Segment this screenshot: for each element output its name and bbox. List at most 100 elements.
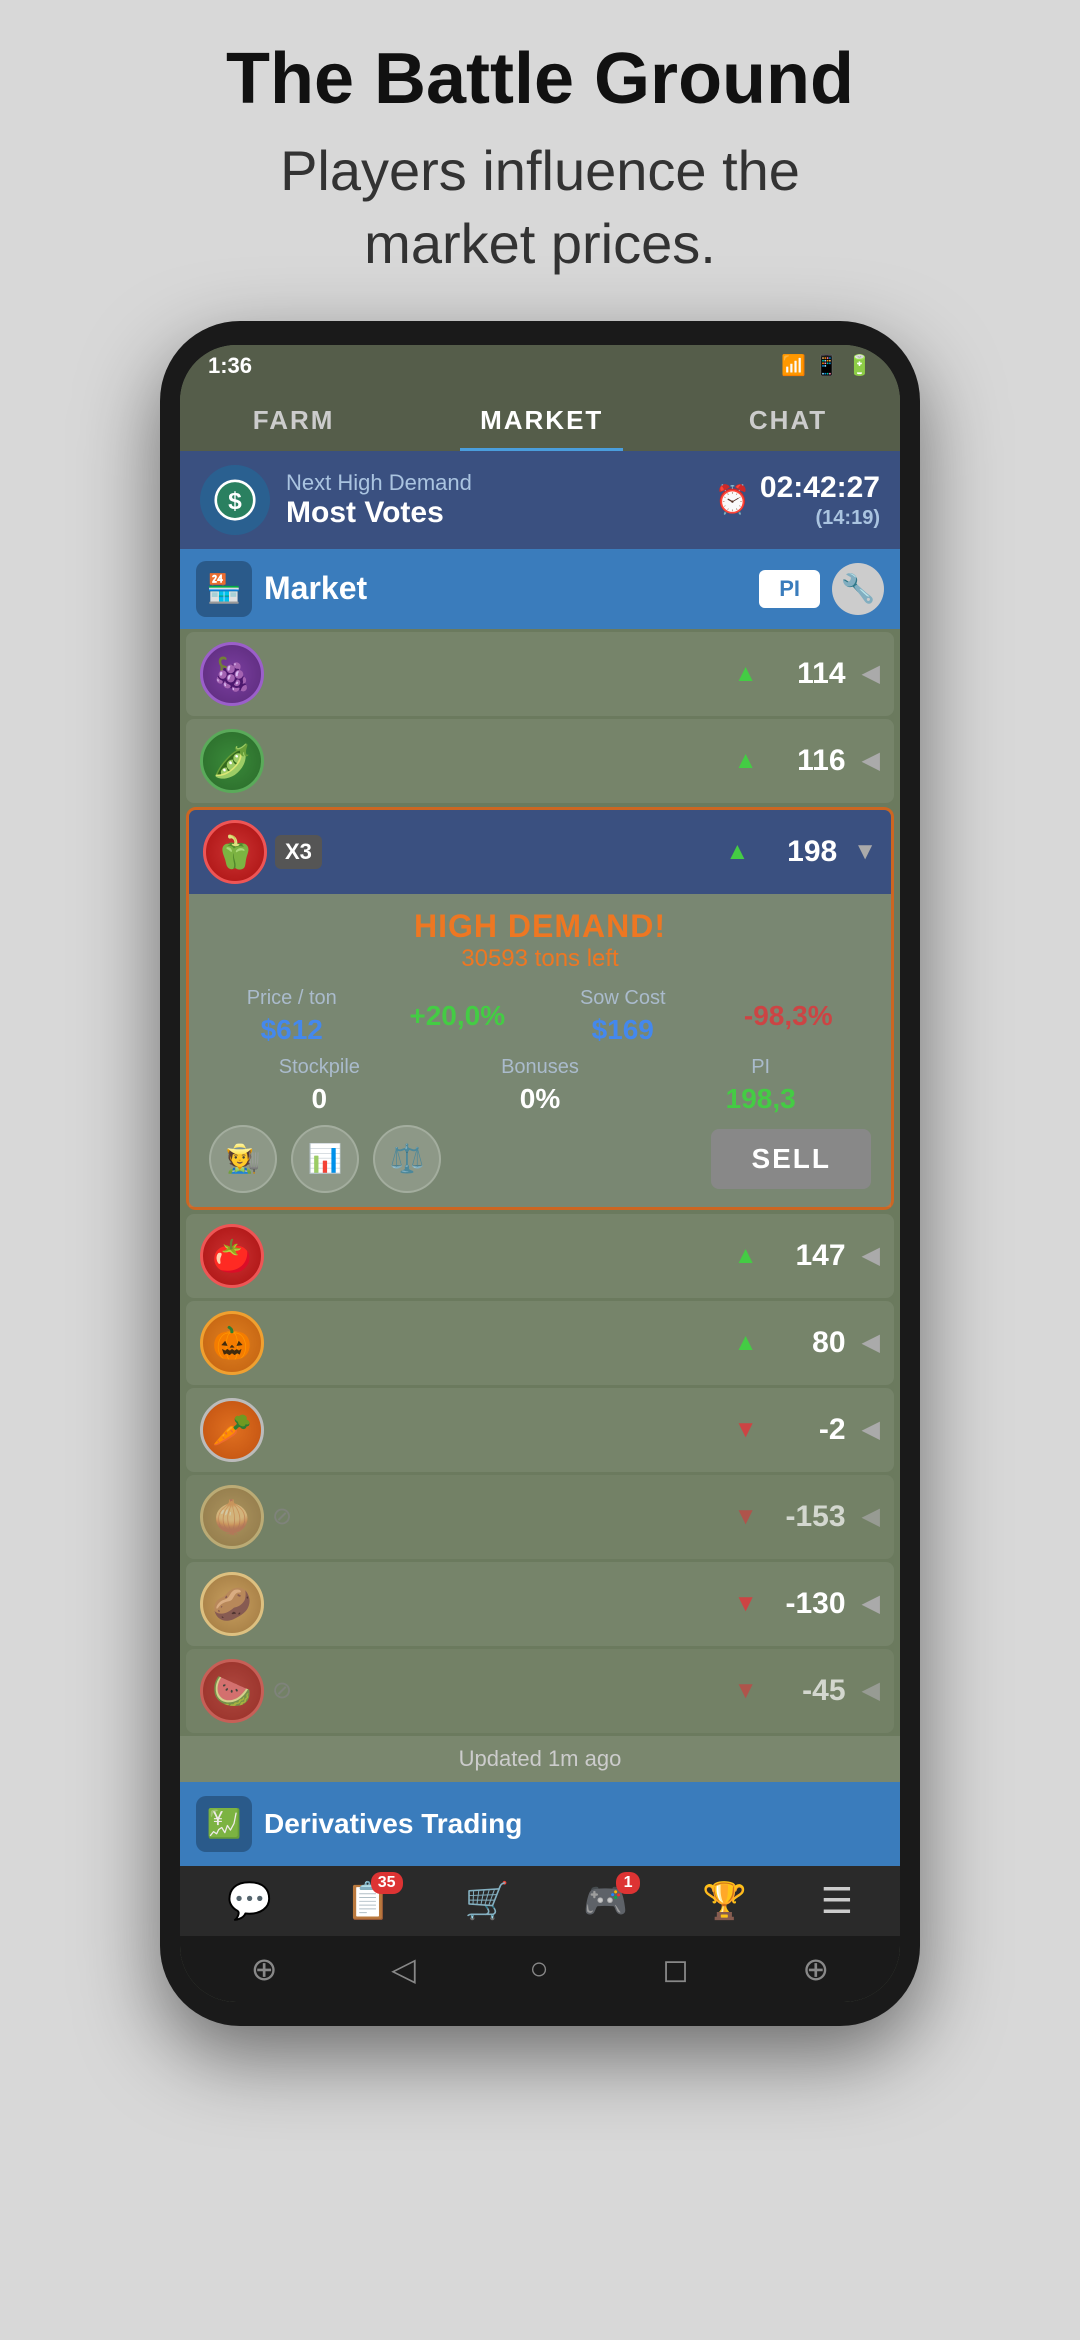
nav-cart[interactable]: 🛒 xyxy=(464,1880,509,1922)
status-icons: 📶 📱 🔋 xyxy=(781,353,872,378)
nav-tab-farm[interactable]: FARM xyxy=(233,397,355,451)
peas-icon: 🫛 xyxy=(200,729,264,793)
nav-chat[interactable]: 💬 xyxy=(227,1880,272,1922)
onion-chevron: ◀ xyxy=(862,1502,880,1531)
carrot-icon: 🥕 xyxy=(200,1398,264,1462)
bottom-nav: 💬 📋 35 🛒 🎮 1 🏆 ☰ xyxy=(180,1866,900,1936)
nav-inventory[interactable]: 📋 35 xyxy=(346,1880,391,1922)
potato-down-arrow: ▼ xyxy=(734,1590,758,1618)
status-bar: 1:36 📶 📱 🔋 xyxy=(180,345,900,387)
pumpkin-value: 80 xyxy=(766,1326,846,1360)
peas-chevron: ◀ xyxy=(862,746,880,775)
android-home[interactable]: ○ xyxy=(529,1950,548,1987)
scale-icon-btn[interactable]: ⚖️ xyxy=(373,1125,441,1193)
stockpile-label: Stockpile xyxy=(209,1056,430,1079)
demand-bottom-row: 🧑‍🌾 📊 ⚖️ SELL xyxy=(209,1125,871,1193)
tomato-chevron: ◀ xyxy=(862,1241,880,1270)
svg-text:$: $ xyxy=(228,488,242,515)
sow-cost-label: Sow Cost xyxy=(540,987,706,1010)
commodity-row-peas[interactable]: 🫛 ▲ 116 ◀ xyxy=(186,719,894,803)
demand-logo: $ xyxy=(200,465,270,535)
peas-up-arrow: ▲ xyxy=(734,747,758,775)
price-value: $612 xyxy=(209,1014,375,1046)
commodity-row-grapes[interactable]: 🍇 ▲ 114 ◀ xyxy=(186,632,894,716)
watermelon-down-arrow: ▼ xyxy=(734,1677,758,1705)
pepper-up-arrow: ▲ xyxy=(725,838,749,866)
change2-stat: -98,3% xyxy=(706,1000,872,1032)
nav-menu[interactable]: ☰ xyxy=(821,1880,853,1922)
demand-info: Next High Demand Most Votes xyxy=(286,470,699,530)
price-stat: Price / ton $612 xyxy=(209,987,375,1046)
timer-text: 02:42:27 (14:19) xyxy=(760,470,880,530)
commodity-row-carrot[interactable]: 🥕 ▼ -2 ◀ xyxy=(186,1388,894,1472)
commodity-row-tomato[interactable]: 🍅 ▲ 147 ◀ xyxy=(186,1214,894,1298)
nav-trophy[interactable]: 🏆 xyxy=(702,1880,747,1922)
grapes-chevron: ◀ xyxy=(862,659,880,688)
farmer-icon-btn[interactable]: 🧑‍🌾 xyxy=(209,1125,277,1193)
nav-games[interactable]: 🎮 1 xyxy=(583,1880,628,1922)
onion-value: -153 xyxy=(766,1500,846,1534)
pumpkin-up-arrow: ▲ xyxy=(734,1329,758,1357)
android-right[interactable]: ⊕ xyxy=(802,1950,829,1988)
chat-icon: 💬 xyxy=(227,1880,272,1922)
nav-tab-market[interactable]: MARKET xyxy=(460,397,623,451)
carrot-value: -2 xyxy=(766,1413,846,1447)
sow-cost-stat: Sow Cost $169 xyxy=(540,987,706,1046)
commodity-row-pumpkin[interactable]: 🎃 ▲ 80 ◀ xyxy=(186,1301,894,1385)
price-label: Price / ton xyxy=(209,987,375,1010)
tomato-value: 147 xyxy=(766,1239,846,1273)
potato-value: -130 xyxy=(766,1587,846,1621)
demand-action-icons: 🧑‍🌾 📊 ⚖️ xyxy=(209,1125,441,1193)
carrot-down-arrow: ▼ xyxy=(734,1416,758,1444)
market-header-title: Market xyxy=(264,570,747,607)
red-pepper-icon: 🫑 xyxy=(203,820,267,884)
watermelon-price: ▼ -45 ◀ xyxy=(734,1674,880,1708)
demand-label: Next High Demand xyxy=(286,470,699,496)
sell-button[interactable]: SELL xyxy=(711,1129,871,1189)
android-back[interactable]: ◁ xyxy=(391,1950,416,1988)
bonuses-value: 0% xyxy=(430,1083,651,1115)
potato-chevron: ◀ xyxy=(862,1589,880,1618)
menu-icon: ☰ xyxy=(821,1880,853,1922)
signal-icon: 📱 xyxy=(814,353,839,378)
tools-icon[interactable]: 🔧 xyxy=(832,563,884,615)
potato-icon: 🥔 xyxy=(200,1572,264,1636)
pumpkin-chevron: ◀ xyxy=(862,1328,880,1357)
pepper-chevron: ▼ xyxy=(853,838,877,866)
page-subtitle: Players influence themarket prices. xyxy=(226,135,854,281)
phone-screen: 1:36 📶 📱 🔋 FARM MARKET CHAT $ Next High … xyxy=(180,345,900,2002)
change-value: +20,0% xyxy=(375,1000,541,1032)
commodity-row-watermelon[interactable]: 🍉 ⊘ ▼ -45 ◀ xyxy=(186,1649,894,1733)
page-title: The Battle Ground xyxy=(226,40,854,119)
commodity-row-potato[interactable]: 🥔 ▼ -130 ◀ xyxy=(186,1562,894,1646)
carrot-chevron: ◀ xyxy=(862,1415,880,1444)
commodity-row-onion[interactable]: 🧅 ⊘ ▼ -153 ◀ xyxy=(186,1475,894,1559)
bonuses-stat: Bonuses 0% xyxy=(430,1056,651,1115)
grapes-up-arrow: ▲ xyxy=(734,660,758,688)
high-demand-body: HIGH DEMAND! 30593 tons left Price / ton… xyxy=(189,894,891,1207)
stockpile-stat: Stockpile 0 xyxy=(209,1056,430,1115)
updated-bar: Updated 1m ago xyxy=(180,1736,900,1782)
high-demand-title: HIGH DEMAND! xyxy=(209,908,871,945)
chart-icon-btn[interactable]: 📊 xyxy=(291,1125,359,1193)
demand-bar: $ Next High Demand Most Votes ⏰ 02:42:27… xyxy=(180,451,900,549)
market-header-icon: 🏪 xyxy=(196,561,252,617)
pi-stat: PI 198,3 xyxy=(650,1056,871,1115)
android-left[interactable]: ⊕ xyxy=(251,1950,278,1988)
red-pepper-row[interactable]: 🫑 X3 ▲ 198 ▼ xyxy=(189,810,891,894)
status-time: 1:36 xyxy=(208,353,252,379)
trophy-icon: 🏆 xyxy=(702,1880,747,1922)
nav-tab-chat[interactable]: CHAT xyxy=(729,397,847,451)
derivatives-title: Derivatives Trading xyxy=(264,1808,884,1840)
derivatives-bar[interactable]: 💹 Derivatives Trading xyxy=(180,1782,900,1866)
watermelon-icon: 🍉 xyxy=(200,1659,264,1723)
sow-cost-value: $169 xyxy=(540,1014,706,1046)
tomato-up-arrow: ▲ xyxy=(734,1242,758,1270)
bonuses-label: Bonuses xyxy=(430,1056,651,1079)
derivatives-icon: 💹 xyxy=(196,1796,252,1852)
android-recent[interactable]: ◻ xyxy=(662,1950,689,1988)
tomato-icon: 🍅 xyxy=(200,1224,264,1288)
games-badge: 1 xyxy=(616,1872,640,1894)
pi-badge[interactable]: PI xyxy=(759,570,820,608)
change-stat: +20,0% xyxy=(375,1000,541,1032)
